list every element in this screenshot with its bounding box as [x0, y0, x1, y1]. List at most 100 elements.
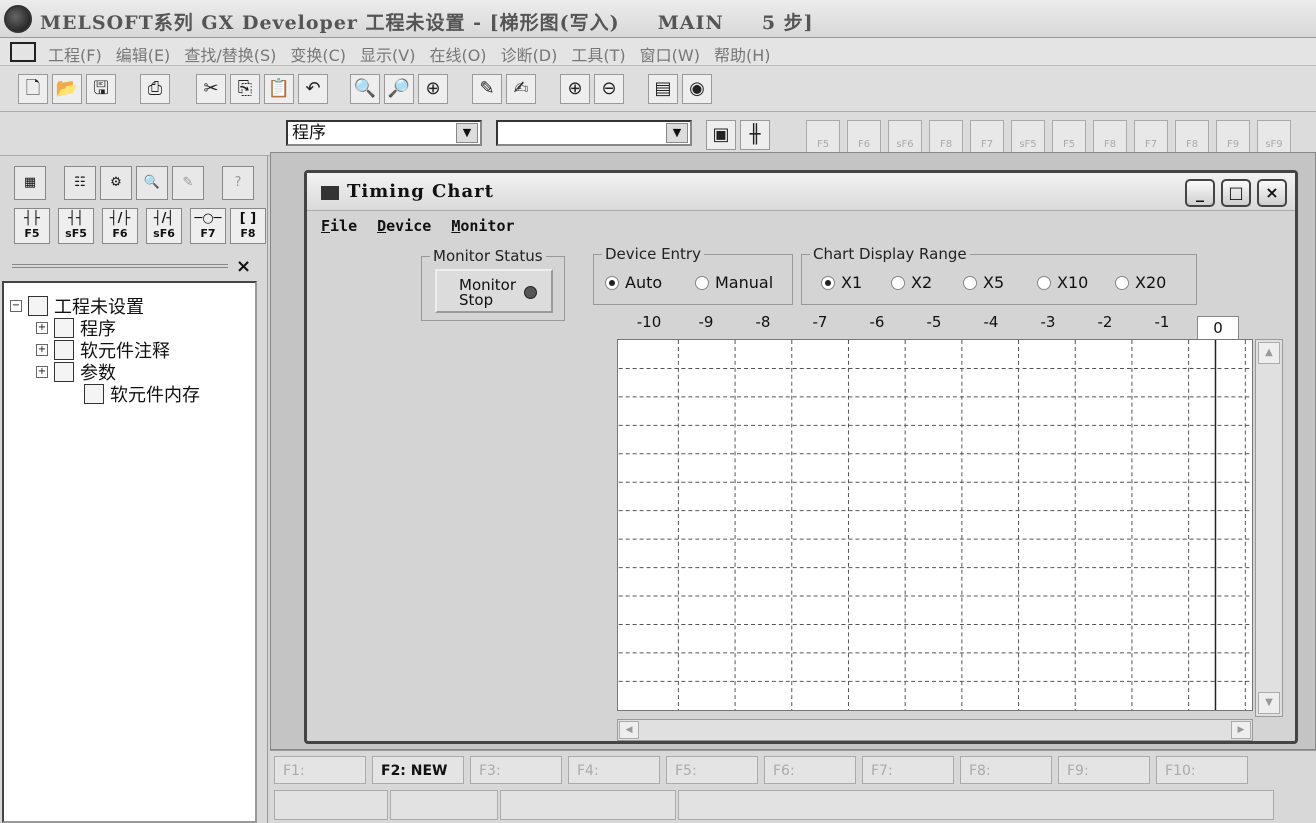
sfc-mode-icon[interactable]: ⚙: [100, 166, 132, 200]
ladder-key-f9-button[interactable]: F9: [1216, 120, 1250, 154]
vertical-scrollbar[interactable]: ▲ ▼: [1255, 339, 1283, 717]
monitor-led-icon: [524, 286, 537, 299]
expand-icon[interactable]: +: [36, 344, 48, 356]
coil-button[interactable]: ─○─ F7: [190, 208, 226, 244]
menu-help[interactable]: 帮助(H): [714, 42, 771, 66]
ladder-key-f5-button[interactable]: F5: [1052, 120, 1086, 154]
copy-icon[interactable]: ⎘: [230, 74, 260, 104]
function-key-10[interactable]: F10:: [1156, 756, 1248, 784]
range-x1-radio[interactable]: X1: [821, 273, 862, 292]
range-x5-radio[interactable]: X5: [963, 273, 1004, 292]
menu-device[interactable]: Device: [377, 217, 431, 235]
timing-chart-title-bar: Timing Chart _ □ ×: [307, 173, 1295, 211]
block-select[interactable]: ▼: [496, 120, 692, 146]
menu-project[interactable]: 工程(F): [48, 42, 102, 66]
panel-grip[interactable]: [12, 264, 228, 268]
program-select[interactable]: 程序 ▼: [286, 120, 482, 146]
menu-file[interactable]: File: [321, 217, 357, 235]
contact-no-button[interactable]: ┤├ F5: [14, 208, 50, 244]
save-icon[interactable]: 🖫: [86, 74, 116, 104]
program-icon: [54, 318, 74, 338]
ladder-key-f7-button[interactable]: F7: [1134, 120, 1168, 154]
chevron-down-icon[interactable]: ▼: [666, 123, 688, 143]
function-key-2[interactable]: F2: NEW: [372, 756, 464, 784]
cut-icon[interactable]: ✂: [196, 74, 226, 104]
menu-tools[interactable]: 工具(T): [571, 42, 625, 66]
ladder-mode-icon[interactable]: ▦: [14, 166, 46, 200]
menu-view[interactable]: 显示(V): [360, 42, 415, 66]
ladder-key-f8-button[interactable]: F8: [1093, 120, 1127, 154]
ladder-key-f6-button[interactable]: F6: [847, 120, 881, 154]
ladder-key-f5-button[interactable]: F5: [806, 120, 840, 154]
menu-find-replace[interactable]: 查找/替换(S): [184, 42, 276, 66]
function-key-6[interactable]: F6:: [764, 756, 856, 784]
monitor-stop-button[interactable]: Monitor Stop: [435, 269, 553, 313]
scroll-left-icon[interactable]: ◀: [619, 721, 639, 739]
close-button[interactable]: ×: [1257, 179, 1287, 207]
find-icon[interactable]: 🔍: [350, 74, 380, 104]
menu-convert[interactable]: 变换(C): [290, 42, 346, 66]
menu-diagnostics[interactable]: 诊断(D): [501, 42, 558, 66]
expand-icon[interactable]: +: [36, 366, 48, 378]
tree-item-device-memory[interactable]: 软元件内存: [84, 381, 200, 407]
range-x20-radio[interactable]: X20: [1115, 273, 1166, 292]
scroll-down-icon[interactable]: ▼: [1258, 692, 1280, 714]
function-key-5[interactable]: F5:: [666, 756, 758, 784]
new-icon[interactable]: 🗋: [18, 74, 48, 104]
instruction-button[interactable]: [ ] F8: [230, 208, 266, 244]
scroll-up-icon[interactable]: ▲: [1258, 342, 1280, 364]
chevron-down-icon[interactable]: ▼: [456, 123, 478, 143]
function-key-1[interactable]: F1:: [274, 756, 366, 784]
ladder-key-f8-button[interactable]: F8: [1175, 120, 1209, 154]
undo-icon[interactable]: ↶: [298, 74, 328, 104]
contact-parallel-button[interactable]: ┤┤ sF5: [58, 208, 94, 244]
menu-window[interactable]: 窗口(W): [640, 42, 700, 66]
ladder-key-sf9-button[interactable]: sF9: [1257, 120, 1291, 154]
function-key-9[interactable]: F9:: [1058, 756, 1150, 784]
find-instruction-icon[interactable]: ⊕: [418, 74, 448, 104]
paste-icon[interactable]: 📋: [264, 74, 294, 104]
collapse-icon[interactable]: −: [10, 300, 22, 312]
ladder-icon[interactable]: ╫: [740, 120, 770, 150]
comment-icon: [54, 340, 74, 360]
find-device-icon[interactable]: 🔎: [384, 74, 414, 104]
zoom-out-icon[interactable]: ⊖: [594, 74, 624, 104]
menu-edit[interactable]: 编辑(E): [116, 42, 171, 66]
menu-online[interactable]: 在线(O): [429, 42, 486, 66]
comment-icon[interactable]: ✍: [506, 74, 536, 104]
ladder-key-sf5-button[interactable]: sF5: [1011, 120, 1045, 154]
contact-nc-parallel-button[interactable]: ┤/┤ sF6: [146, 208, 182, 244]
range-x2-radio[interactable]: X2: [891, 273, 932, 292]
function-key-7[interactable]: F7:: [862, 756, 954, 784]
edit-icon[interactable]: ✎: [172, 166, 204, 200]
open-icon[interactable]: 📂: [52, 74, 82, 104]
ladder-key-f8-button[interactable]: F8: [929, 120, 963, 154]
scroll-right-icon[interactable]: ▶: [1231, 721, 1251, 739]
search-icon[interactable]: 🔍: [136, 166, 168, 200]
close-icon[interactable]: ×: [236, 256, 251, 277]
device-entry-auto-radio[interactable]: Auto: [605, 273, 662, 292]
monitor-icon[interactable]: ◉: [682, 74, 712, 104]
plc-icon[interactable]: ▤: [648, 74, 678, 104]
device-entry-manual-radio[interactable]: Manual: [695, 273, 773, 292]
function-key-8[interactable]: F8:: [960, 756, 1052, 784]
radio-unchecked-icon: [963, 275, 977, 290]
zoom-in-icon[interactable]: ⊕: [560, 74, 590, 104]
ladder-key-sf6-button[interactable]: sF6: [888, 120, 922, 154]
horizontal-scrollbar[interactable]: ◀ ▶: [617, 719, 1253, 741]
ladder-key-f7-button[interactable]: F7: [970, 120, 1004, 154]
print-icon[interactable]: ⎙: [140, 74, 170, 104]
device-icon[interactable]: ▣: [706, 120, 736, 150]
contact-nc-button[interactable]: ┤/├ F6: [102, 208, 138, 244]
function-key-3[interactable]: F3:: [470, 756, 562, 784]
menu-monitor[interactable]: Monitor: [451, 217, 514, 235]
list-mode-icon[interactable]: ☷: [64, 166, 96, 200]
minimize-button[interactable]: _: [1185, 179, 1215, 207]
function-key-4[interactable]: F4:: [568, 756, 660, 784]
expand-icon[interactable]: +: [36, 322, 48, 334]
maximize-button[interactable]: □: [1221, 179, 1251, 207]
help-icon[interactable]: ?: [222, 166, 254, 200]
write-icon[interactable]: ✎: [472, 74, 502, 104]
range-x10-radio[interactable]: X10: [1037, 273, 1088, 292]
system-menu-icon[interactable]: [10, 42, 36, 62]
